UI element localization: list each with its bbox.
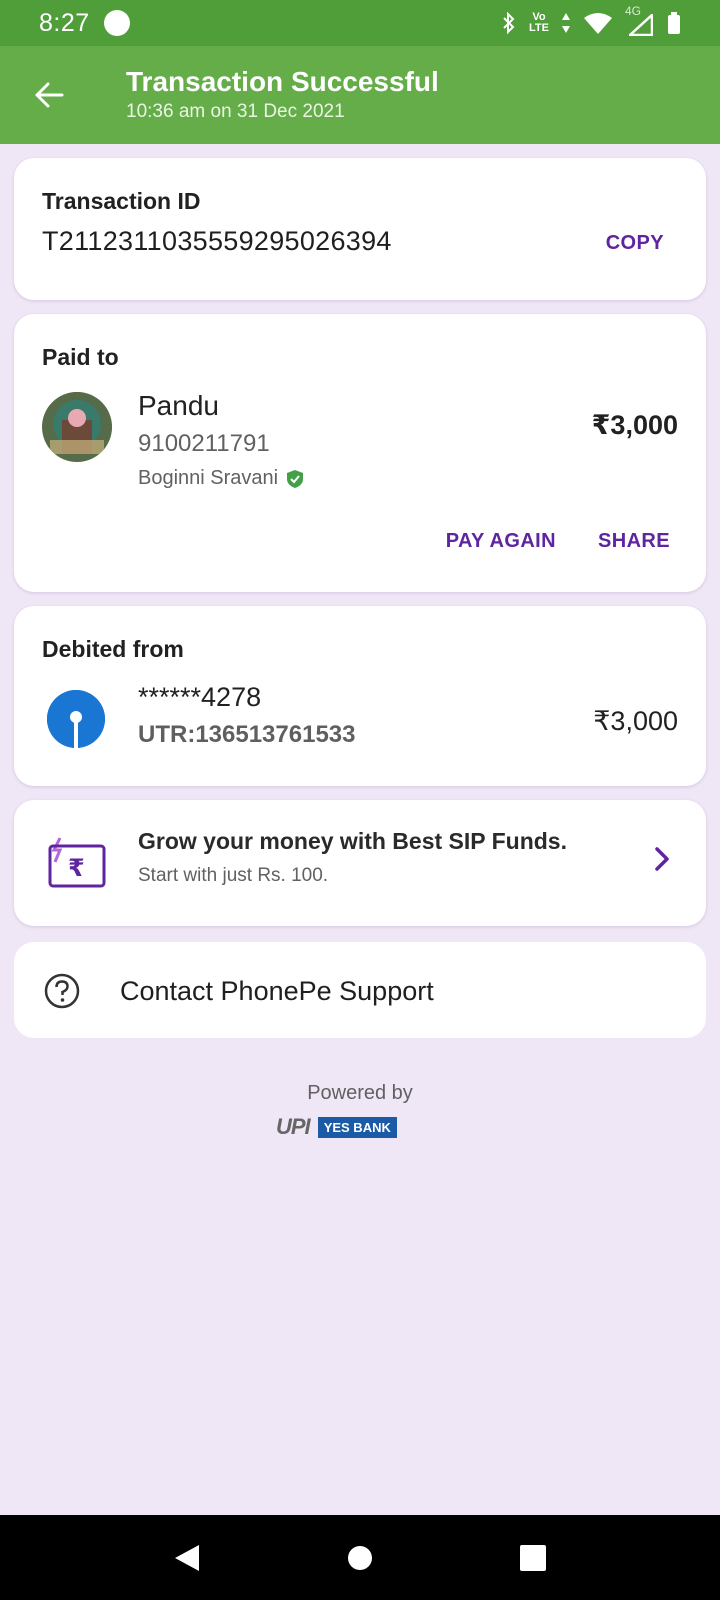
sip-promo-card[interactable]: ₹ Grow your money with Best SIP Funds. S… xyxy=(14,800,706,926)
nav-home-button[interactable] xyxy=(330,1528,390,1588)
paid-to-card: Paid to Pandu 9100211791 Boginni Sravani… xyxy=(14,314,706,592)
data-arrows-icon xyxy=(562,13,570,33)
page-title: Transaction Successful xyxy=(126,66,439,97)
yes-bank-logo: YES BANK xyxy=(317,1116,397,1138)
avatar-photo-icon xyxy=(42,392,112,462)
bluetooth-icon xyxy=(503,11,515,35)
bank-logo-icon xyxy=(47,690,105,748)
partner-logos: UPI YES BANK xyxy=(276,1114,397,1140)
battery-icon xyxy=(668,12,680,34)
account-number-masked: ******4278 xyxy=(138,682,262,712)
powered-by-label: Powered by xyxy=(307,1082,413,1104)
promo-title: Grow your money with Best SIP Funds. xyxy=(138,828,567,854)
status-icons: Vo LTE 4G xyxy=(501,4,681,36)
sbi-logo-icon xyxy=(47,690,105,748)
volte-indicator: Vo LTE xyxy=(529,11,549,34)
paid-amount: ₹3,000 xyxy=(591,410,678,440)
circle-home-icon xyxy=(347,1545,372,1570)
system-nav-bar xyxy=(0,1515,720,1600)
paid-to-label: Paid to xyxy=(42,344,119,370)
transaction-id-card: Transaction ID T2112311035559295026394 C… xyxy=(14,158,706,300)
help-circle-icon xyxy=(44,973,80,1014)
chevron-right-icon xyxy=(654,846,670,877)
upi-logo: UPI xyxy=(276,1114,311,1139)
svg-text:₹: ₹ xyxy=(68,854,85,882)
payee-phone: 9100211791 xyxy=(138,430,270,457)
payee-avatar xyxy=(42,392,112,462)
notification-dot-icon xyxy=(103,10,130,36)
payee-bank-name-text: Boginni Sravani xyxy=(138,467,279,489)
back-button[interactable] xyxy=(28,74,70,116)
verified-shield-icon xyxy=(287,469,304,488)
nav-back-button[interactable] xyxy=(157,1528,217,1588)
copy-button[interactable]: COPY xyxy=(606,232,664,255)
rupee-wallet-icon: ₹ xyxy=(46,834,108,897)
triangle-back-icon xyxy=(174,1544,199,1571)
contact-support-card[interactable]: Contact PhonePe Support xyxy=(14,942,706,1038)
status-time: 8:27 xyxy=(39,8,90,37)
arrow-left-icon xyxy=(35,82,64,108)
debited-amount: ₹3,000 xyxy=(593,706,678,736)
promo-subtitle: Start with just Rs. 100. xyxy=(138,865,329,886)
payee-bank-name: Boginni Sravani xyxy=(138,467,304,490)
transaction-timestamp: 10:36 am on 31 Dec 2021 xyxy=(126,101,345,122)
wifi-icon xyxy=(584,13,612,34)
pay-again-button[interactable]: PAY AGAIN xyxy=(446,530,556,553)
debited-from-label: Debited from xyxy=(42,636,184,662)
transaction-id-label: Transaction ID xyxy=(42,188,201,214)
payee-name: Pandu xyxy=(138,390,219,421)
nav-recents-button[interactable] xyxy=(503,1528,563,1588)
status-bar: 8:27 Vo LTE 4G xyxy=(0,0,720,46)
transaction-id-value: T2112311035559295026394 xyxy=(42,226,392,256)
utr-number: UTR:136513761533 xyxy=(138,721,356,748)
contact-support-label: Contact PhonePe Support xyxy=(120,976,434,1006)
signal-icon xyxy=(629,14,653,36)
signal-group: 4G xyxy=(625,4,655,36)
app-bar: Transaction Successful 10:36 am on 31 De… xyxy=(0,46,720,144)
debited-from-card: Debited from ******4278 UTR:136513761533… xyxy=(14,606,706,786)
share-button[interactable]: SHARE xyxy=(598,530,670,553)
square-recents-icon xyxy=(520,1544,547,1571)
